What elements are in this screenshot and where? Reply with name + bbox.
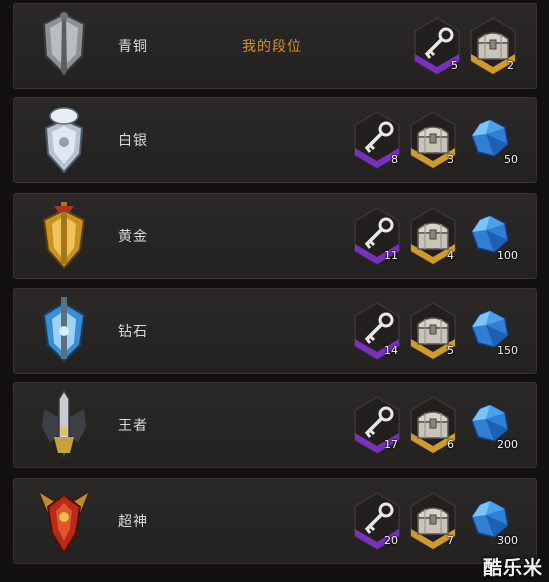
tier-rewards: 17 6 200 <box>346 395 518 457</box>
reward-gem[interactable]: 100 <box>464 206 518 266</box>
reward-count: 14 <box>384 344 398 357</box>
tier-rewards: 14 5 150 <box>346 301 518 363</box>
reward-gem[interactable]: 50 <box>464 110 518 170</box>
tier-row-godlike[interactable]: 超神 20 7 300 <box>13 478 537 564</box>
tier-row-silver[interactable]: 白银 8 3 50 <box>13 97 537 183</box>
reward-count: 4 <box>447 249 454 262</box>
chest-icon <box>417 222 449 250</box>
chest-icon <box>477 32 509 60</box>
reward-chest[interactable]: 2 <box>468 16 518 76</box>
reward-gem[interactable]: 150 <box>464 301 518 361</box>
reward-count: 8 <box>391 153 398 166</box>
reward-count: 11 <box>384 249 398 262</box>
reward-key[interactable]: 11 <box>352 206 402 266</box>
key-icon <box>364 406 394 438</box>
chest-icon <box>417 411 449 439</box>
gem-icon <box>471 215 509 253</box>
tier-name: 钻石 <box>118 324 148 340</box>
reward-chest[interactable]: 3 <box>408 110 458 170</box>
reward-chest[interactable]: 5 <box>408 301 458 361</box>
reward-count: 50 <box>504 153 518 166</box>
reward-gem[interactable]: 300 <box>464 491 518 551</box>
diamond-emblem-icon <box>42 297 86 363</box>
tier-name: 白银 <box>118 133 148 149</box>
gem-icon <box>471 404 509 442</box>
reward-count: 100 <box>497 249 518 262</box>
bronze-emblem-icon <box>42 12 86 76</box>
tier-name: 王者 <box>118 418 148 434</box>
tier-name: 黄金 <box>118 229 148 245</box>
reward-chest[interactable]: 6 <box>408 395 458 455</box>
reward-count: 5 <box>451 59 458 72</box>
reward-chest[interactable]: 7 <box>408 491 458 551</box>
reward-gem[interactable]: 200 <box>464 395 518 455</box>
tier-name: 青铜 <box>118 39 148 55</box>
reward-count: 7 <box>447 534 454 547</box>
rank-tier-list: 青铜 我的段位 5 2 白银 8 3 50 黄金 11 4 100 钻石 14 … <box>0 0 549 582</box>
tier-rewards: 20 7 300 <box>346 491 518 553</box>
tier-rewards: 11 4 100 <box>346 206 518 268</box>
reward-key[interactable]: 8 <box>352 110 402 170</box>
watermark-text: 酷乐米 <box>482 557 543 579</box>
reward-count: 2 <box>507 59 514 72</box>
gem-icon <box>471 310 509 348</box>
reward-key[interactable]: 17 <box>352 395 402 455</box>
gem-icon <box>471 119 509 157</box>
key-icon <box>364 312 394 344</box>
reward-count: 6 <box>447 438 454 451</box>
chest-icon <box>417 317 449 345</box>
tier-name: 超神 <box>118 514 148 530</box>
reward-key[interactable]: 14 <box>352 301 402 361</box>
my-rank-label: 我的段位 <box>242 39 302 55</box>
reward-key[interactable]: 20 <box>352 491 402 551</box>
tier-row-gold[interactable]: 黄金 11 4 100 <box>13 193 537 279</box>
godlike-emblem-icon <box>40 493 88 555</box>
king-emblem-icon <box>42 389 86 458</box>
key-icon <box>364 502 394 534</box>
reward-count: 3 <box>447 153 454 166</box>
reward-count: 300 <box>497 534 518 547</box>
reward-count: 200 <box>497 438 518 451</box>
reward-count: 5 <box>447 344 454 357</box>
chest-icon <box>417 507 449 535</box>
key-icon <box>364 217 394 249</box>
tier-rewards: 8 3 50 <box>346 110 518 172</box>
reward-count: 150 <box>497 344 518 357</box>
key-icon <box>364 121 394 153</box>
reward-key[interactable]: 5 <box>412 16 462 76</box>
silver-emblem-icon <box>44 107 84 174</box>
reward-count: 17 <box>384 438 398 451</box>
gold-emblem-icon <box>42 202 86 270</box>
reward-count: 20 <box>384 534 398 547</box>
tier-rewards: 5 2 <box>406 16 518 78</box>
gem-icon <box>471 500 509 538</box>
tier-row-diamond[interactable]: 钻石 14 5 150 <box>13 288 537 374</box>
reward-chest[interactable]: 4 <box>408 206 458 266</box>
chest-icon <box>417 126 449 154</box>
tier-row-bronze[interactable]: 青铜 我的段位 5 2 <box>13 3 537 89</box>
tier-row-king[interactable]: 王者 17 6 200 <box>13 382 537 468</box>
key-icon <box>424 27 454 59</box>
